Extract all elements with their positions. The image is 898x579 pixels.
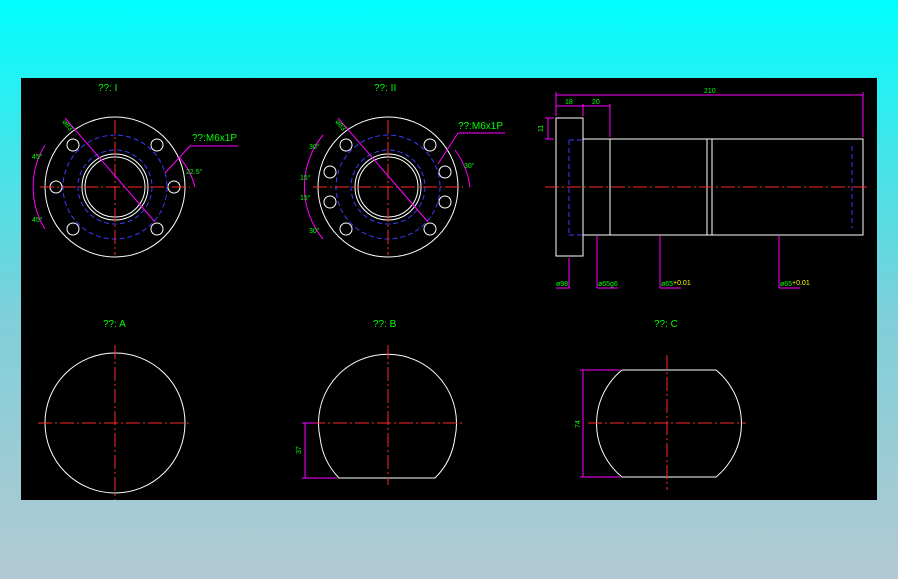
view-c: ??: C 74 bbox=[575, 319, 746, 490]
view-1-title: ??: I bbox=[98, 83, 117, 94]
cad-canvas: ??: I ø83 ??:M6x1P 45° 45° 22.5° ??: II bbox=[32, 83, 870, 500]
angle-bottom: 45° bbox=[32, 216, 43, 224]
view-c-title: ??: C bbox=[654, 319, 678, 330]
angle-30-bottom: 30° bbox=[309, 227, 320, 235]
dim-flange: 18 bbox=[565, 99, 573, 106]
angle-30-top: 30° bbox=[309, 143, 320, 151]
view-1-flange: ??: I ø83 ??:M6x1P 45° 45° 22.5° bbox=[32, 83, 238, 258]
dia-label: ø83 bbox=[60, 119, 73, 133]
dia-body1: ø65 bbox=[661, 281, 673, 288]
view-2-flange: ??: II ø83 ??:M6x1P 30° 15° 15° 30° 30° bbox=[300, 83, 505, 258]
dia-body2: ø65 bbox=[780, 281, 792, 288]
dim-thickness: 11 bbox=[538, 125, 545, 132]
dim-total: 210 bbox=[704, 88, 716, 95]
angle-right: 30° bbox=[464, 162, 475, 170]
dia-flange: ø98 bbox=[556, 281, 568, 288]
svg-text:+0.01: +0.01 bbox=[792, 280, 810, 287]
angle-15-b: 15° bbox=[300, 194, 311, 202]
dim-b: 37 bbox=[296, 446, 303, 454]
dia-spigot: ø65g6 bbox=[598, 281, 618, 288]
svg-text:+0.01: +0.01 bbox=[673, 280, 691, 287]
angle-right: 22.5° bbox=[186, 168, 203, 176]
angle-15-a: 15° bbox=[300, 174, 311, 182]
view-a-title: ??: A bbox=[103, 319, 126, 330]
view-b: ??: B 37 bbox=[296, 319, 465, 485]
diameter-dim-line bbox=[64, 117, 156, 223]
angle-top: 45° bbox=[32, 153, 43, 161]
dia-label: ø83 bbox=[333, 119, 346, 133]
dim-c: 74 bbox=[575, 420, 582, 428]
side-view: 210 18 20 11 ø98 ø65g6 ø65 +0.01 ø65 +0.… bbox=[538, 88, 870, 289]
dim-shoulder: 20 bbox=[592, 99, 600, 106]
thread-label: ??:M6x1P bbox=[192, 133, 237, 144]
view-a: ??: A bbox=[38, 319, 192, 500]
view-b-title: ??: B bbox=[373, 319, 397, 330]
view-2-title: ??: II bbox=[374, 83, 396, 94]
thread-label: ??:M6x1P bbox=[458, 121, 503, 132]
